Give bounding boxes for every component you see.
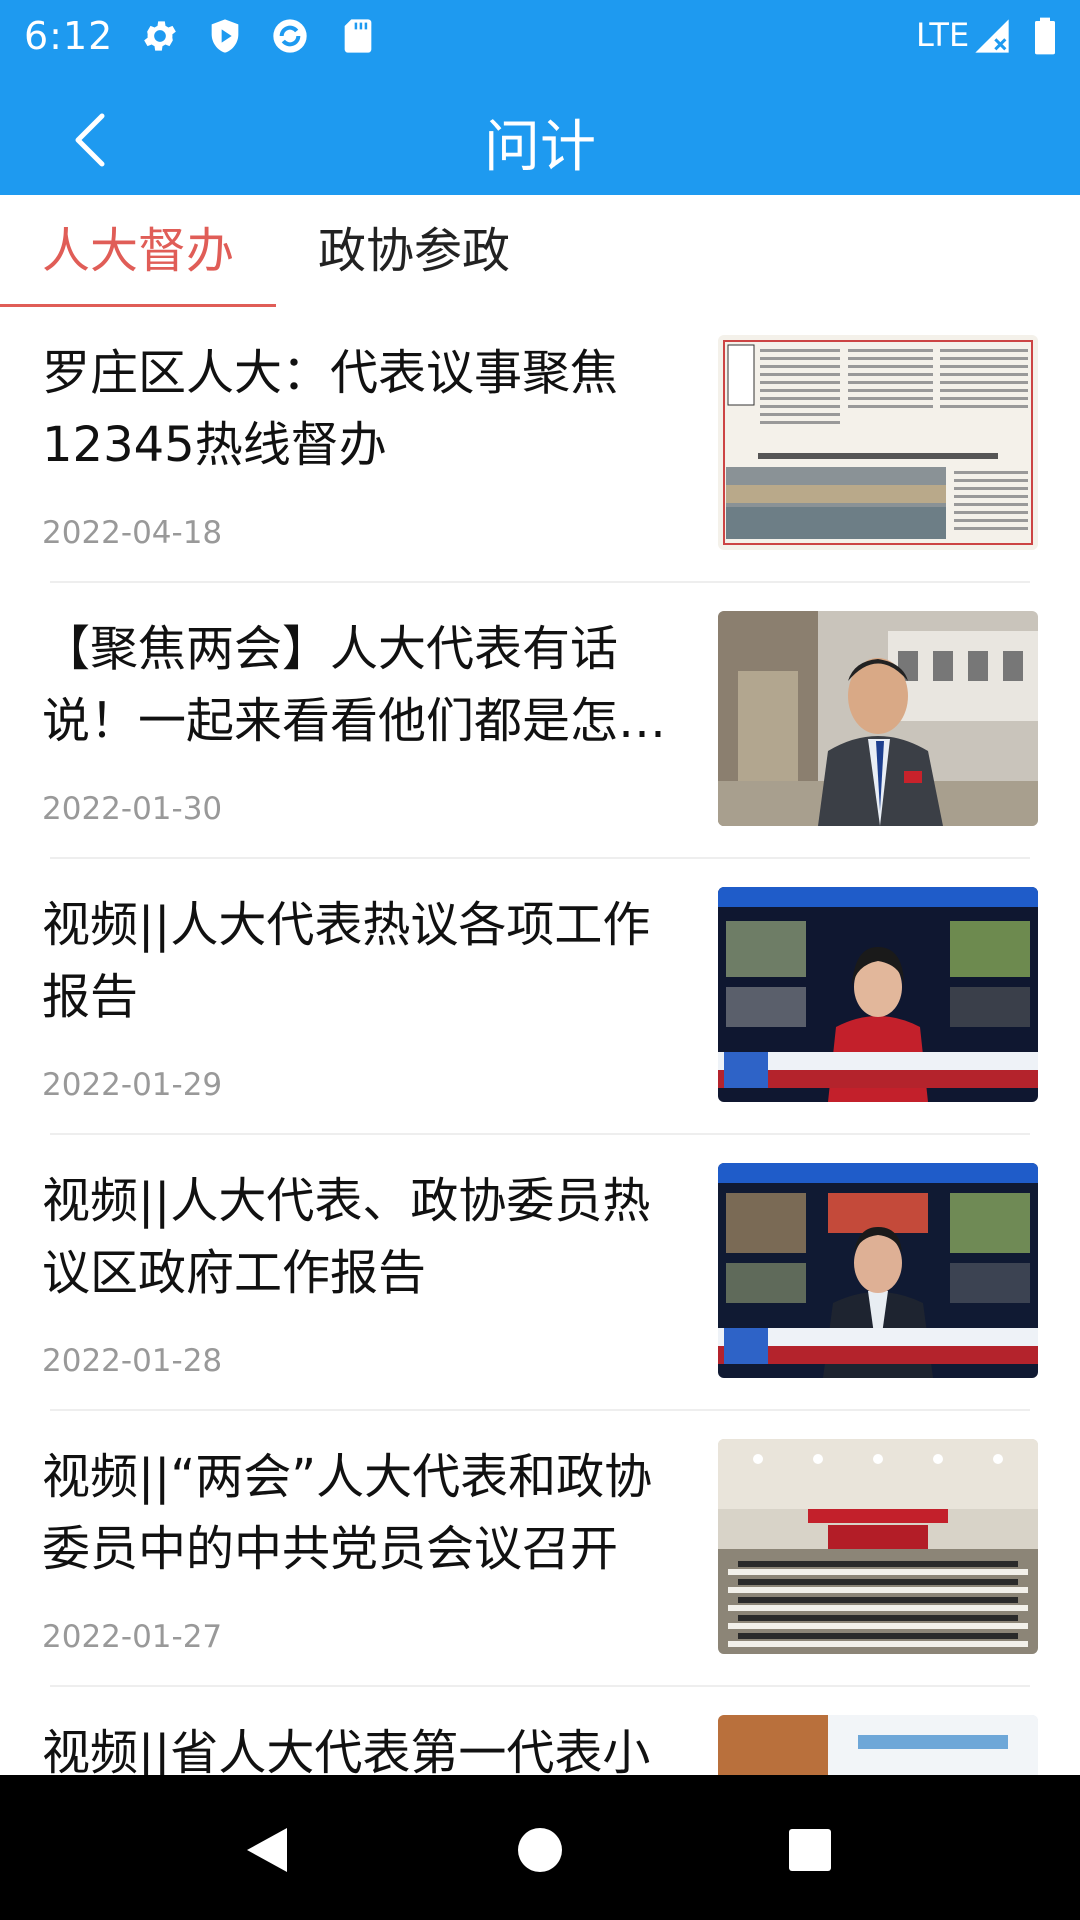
article-list: 罗庄区人大：代表议事聚焦12345热线督办 2022-04-18 【聚焦两会】人… [0,307,1080,1775]
network-type: LTE [916,16,970,54]
newspaper-page-image [718,335,1038,550]
article-title: 视频||人大代表、政协委员热议区政府工作报告 [42,1173,651,1301]
article-title: 【聚焦两会】人大代表有话说！一起来看看他们都是怎… [42,621,667,749]
system-nav-bar [0,1775,1080,1920]
list-item[interactable]: 视频||人大代表、政协委员热议区政府工作报告 2022-01-28 [0,1135,1080,1411]
article-date: 2022-01-27 [42,1619,223,1655]
status-time: 6:12 [24,14,114,58]
sd-card-icon [344,19,372,53]
page-title: 问计 [484,115,596,180]
tab-npc-supervision[interactable]: 人大督办 [0,195,276,307]
article-date: 2022-01-28 [42,1343,223,1379]
article-title: 视频||人大代表热议各项工作报告 [42,897,651,1025]
signal-icon [975,19,1009,53]
nav-home-icon[interactable] [495,1805,585,1895]
list-item[interactable]: 【聚焦两会】人大代表有话说！一起来看看他们都是怎… 2022-01-30 [0,583,1080,859]
conference-image [718,1715,1038,1775]
list-item[interactable]: 视频||人大代表热议各项工作报告 2022-01-29 [0,859,1080,1135]
meeting-hall-image [718,1439,1038,1654]
article-title: 视频||省人大代表第一代表小 [42,1725,651,1775]
delegate-portrait-image [718,611,1038,826]
nav-recents-icon[interactable] [765,1805,855,1895]
nav-back-icon[interactable] [222,1805,312,1895]
status-bar: 6:12 LTE [0,0,1080,72]
app-bar: 问计 [0,72,1080,195]
list-item[interactable]: 罗庄区人大：代表议事聚焦12345热线督办 2022-04-18 [0,307,1080,583]
news-anchor-image [718,887,1038,1102]
article-date: 2022-04-18 [42,515,223,551]
sync-icon [273,19,307,53]
tab-bar: 人大督办 政协参政 [0,195,1080,307]
shield-play-icon [211,19,239,53]
tab-cppcc-participation[interactable]: 政协参政 [276,195,552,307]
article-date: 2022-01-30 [42,791,223,827]
news-anchor-image [718,1163,1038,1378]
article-date: 2022-01-29 [42,1067,223,1103]
article-title: 视频||“两会”人大代表和政协委员中的中共党员会议召开 [42,1449,653,1577]
list-item[interactable]: 视频||省人大代表第一代表小 [0,1687,1080,1775]
article-title: 罗庄区人大：代表议事聚焦12345热线督办 [42,345,619,473]
battery-icon [1035,17,1055,55]
gear-icon [144,21,176,51]
list-item[interactable]: 视频||“两会”人大代表和政协委员中的中共党员会议召开 2022-01-27 [0,1411,1080,1687]
